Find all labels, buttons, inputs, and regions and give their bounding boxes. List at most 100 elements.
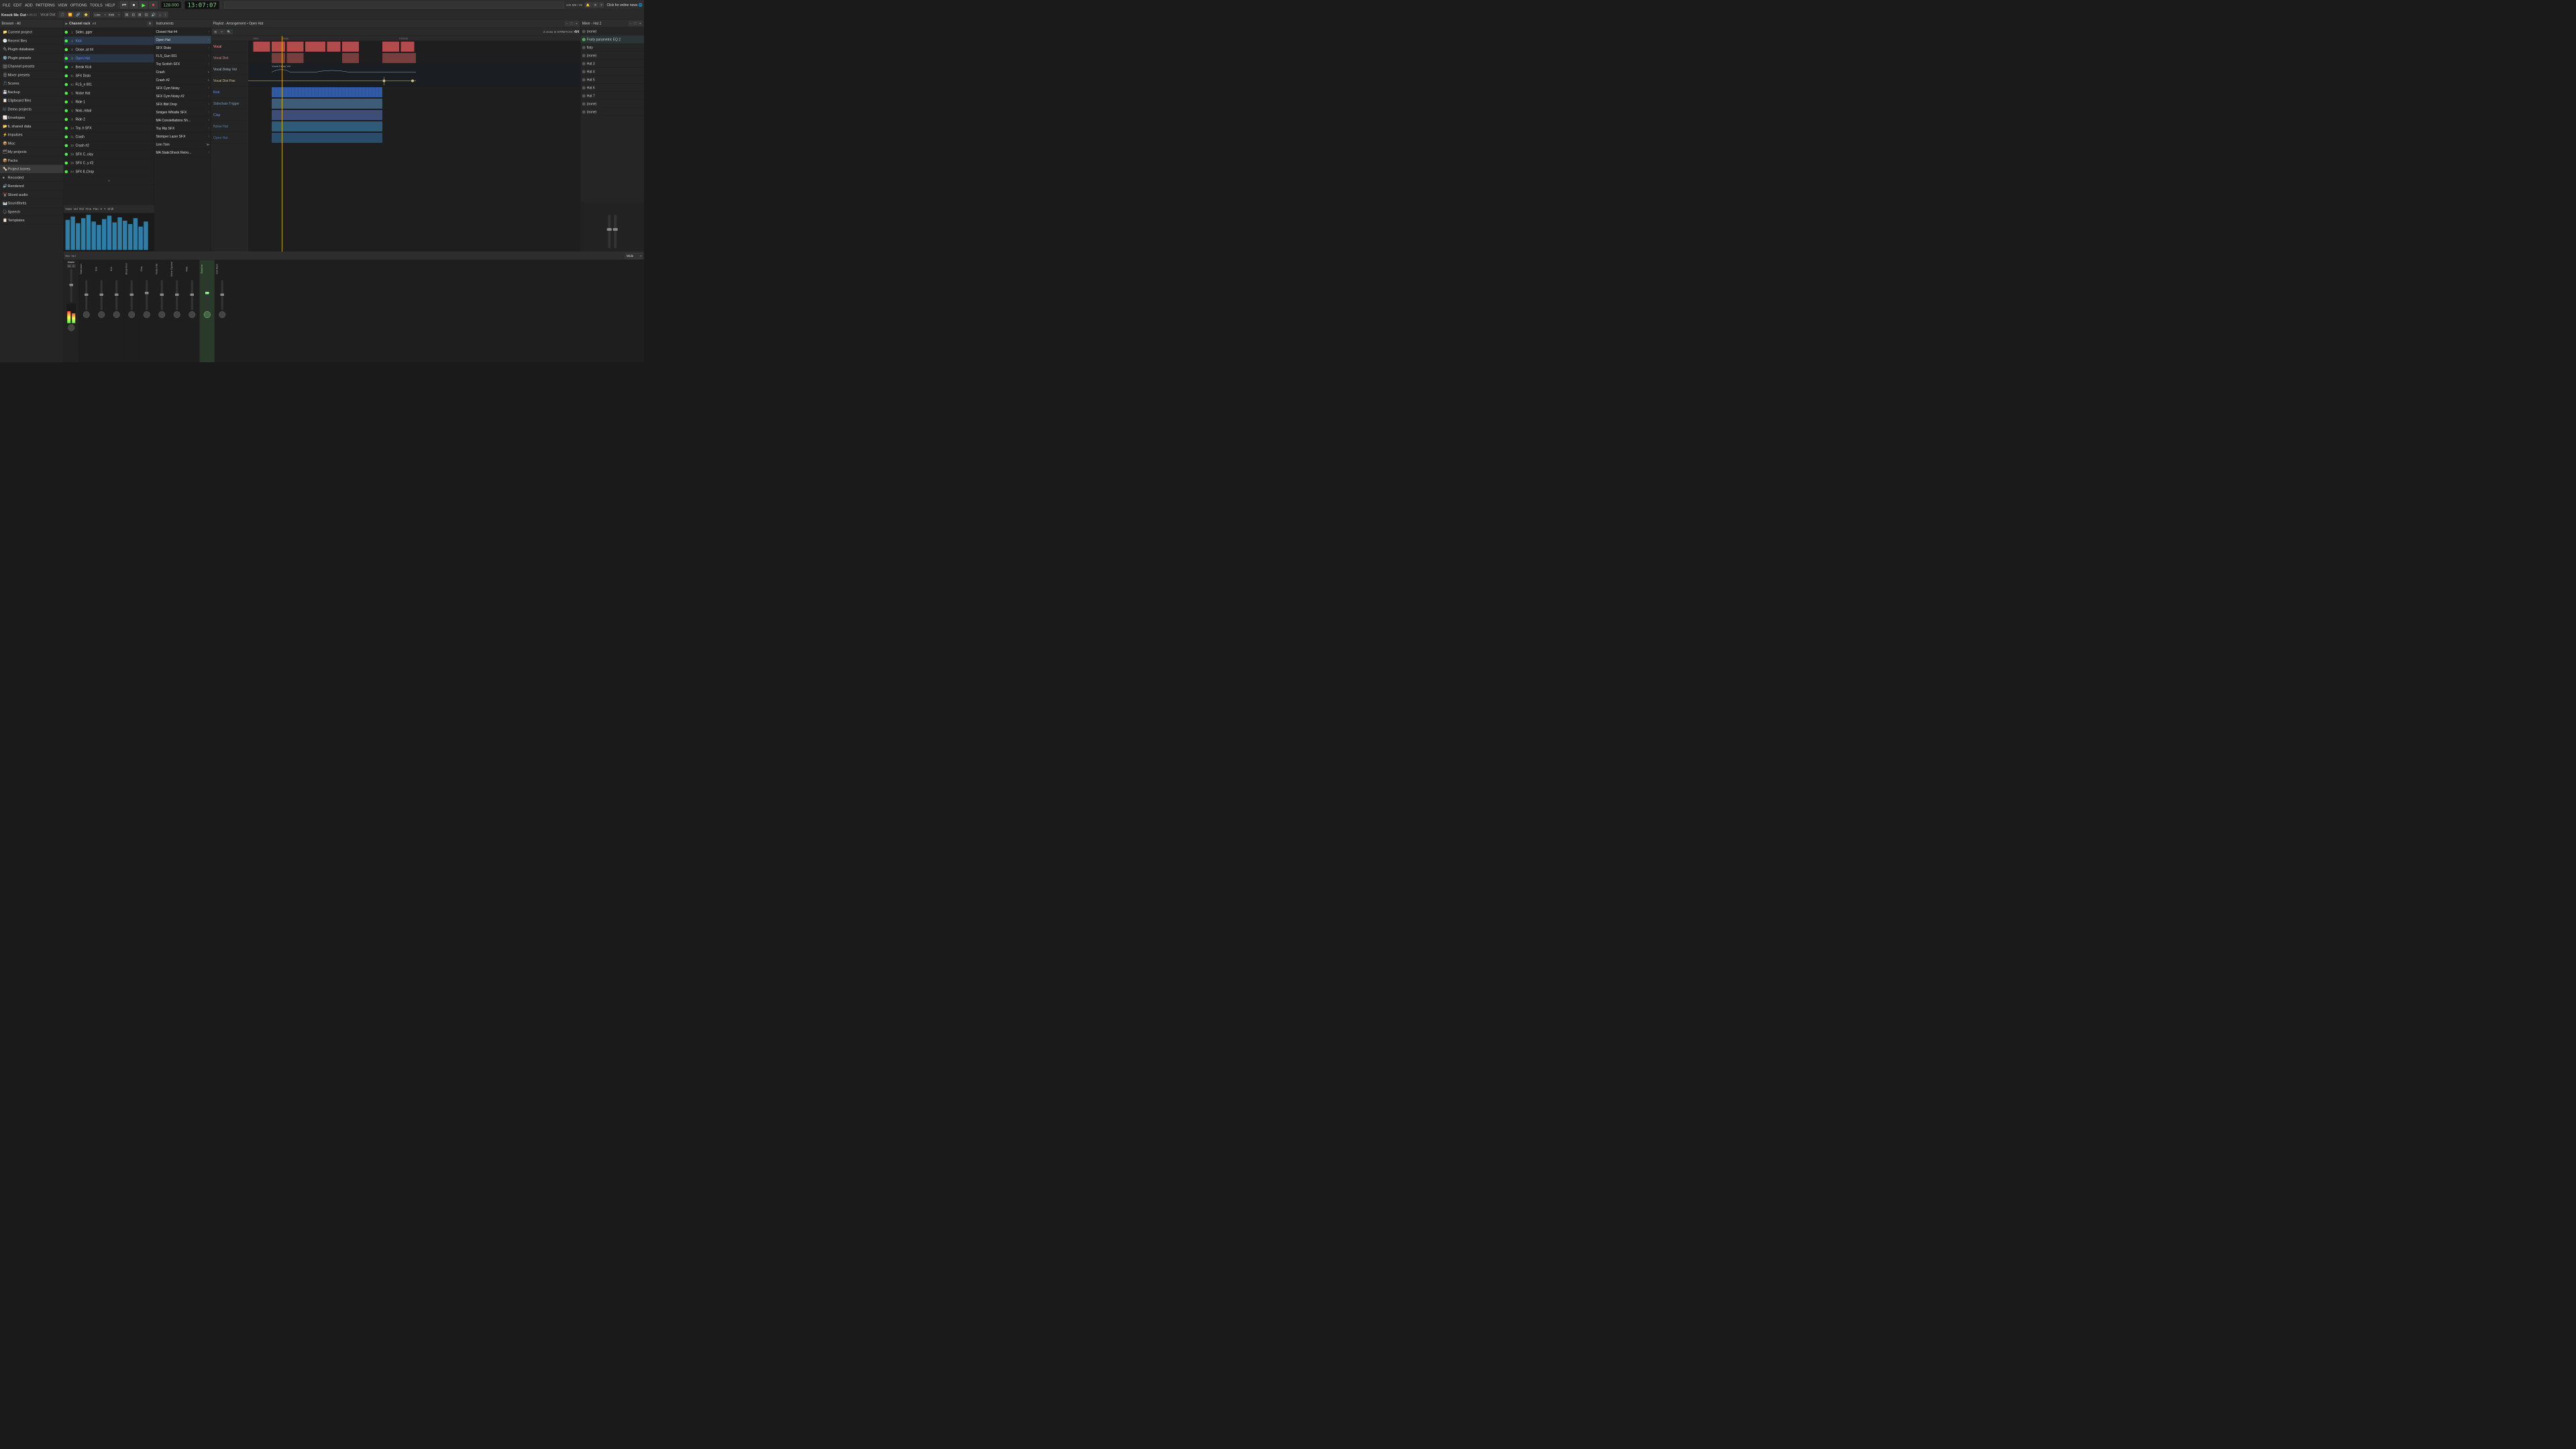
eq-slot-none2[interactable]: (none) (580, 100, 644, 108)
sidebar-item-rendered[interactable]: 🔊 Rendered (0, 182, 64, 191)
eq-slot-1[interactable]: (none) (580, 28, 644, 36)
mixer-fader-2[interactable] (85, 280, 87, 311)
channel-name[interactable]: SFX C..y #2 (76, 161, 154, 165)
rack-settings-btn[interactable]: ⚙ (148, 21, 153, 26)
channel-name[interactable]: Crash #2 (76, 144, 154, 148)
menu-edit[interactable]: EDIT (12, 2, 23, 8)
open-hat-clip[interactable] (272, 133, 382, 143)
pl-tool-1[interactable]: ⊞ (213, 30, 218, 34)
eq-slot-2[interactable]: Fruity parametric EQ 2 (580, 36, 644, 44)
edit-tool-4[interactable]: ⊡ (144, 12, 150, 18)
mixer-fader-knob-cymbal[interactable] (175, 294, 179, 297)
channel-name[interactable]: Noise Hat (76, 91, 154, 95)
mode-btn-2[interactable]: ⏩ (66, 12, 74, 18)
mixer-solo-master[interactable]: S (72, 264, 75, 268)
mixer-fader-knob-clap[interactable] (145, 292, 149, 294)
channel-name[interactable]: SFX C..oisy (76, 152, 154, 156)
mixer-fader-knob-ride[interactable] (190, 294, 194, 297)
rp-max-btn[interactable]: □ (633, 21, 637, 26)
edit-tool-2[interactable]: ⊡ (130, 12, 136, 18)
sidechain-clip[interactable] (272, 99, 382, 109)
instrument-item-open-hat[interactable]: Open Hat ↑ (154, 36, 211, 44)
instrument-item[interactable]: SFX Disto ↑ (154, 44, 211, 52)
mode-btn-link[interactable]: 🔗 (74, 12, 82, 18)
mixer-fader-5[interactable] (131, 280, 133, 311)
settings-button[interactable]: ✕ (592, 3, 598, 8)
vocal-clip-7[interactable] (382, 42, 399, 52)
instrument-item[interactable]: MA Constellations Sh... ↑ (154, 117, 211, 125)
mixer-fader-knob-sub[interactable] (220, 294, 224, 297)
sidebar-item-templates[interactable]: 📋 Templates (0, 216, 64, 225)
sidebar-item-backup[interactable]: 💾 Backup (0, 88, 64, 97)
channel-name[interactable]: Crash (76, 135, 154, 139)
channel-name[interactable]: Nois..mbal (76, 109, 154, 113)
sidebar-item-project-bones[interactable]: 🦴 Project bones (0, 165, 64, 174)
instrument-item[interactable]: SFX Cym Noisy ↑ (154, 85, 211, 93)
mixer-pan-knob-ride[interactable] (189, 311, 195, 318)
add-channel-row[interactable]: + (64, 176, 154, 185)
mixer-pan-knob-cymbal[interactable] (174, 311, 180, 318)
channel-name[interactable]: Kick (76, 39, 154, 43)
eq-slot-4[interactable]: (none) (580, 52, 644, 60)
sidebar-item-sliced-audio[interactable]: ✂️ Sliced audio (0, 191, 64, 199)
mixer-fader-noise[interactable] (161, 280, 163, 311)
rewind-button[interactable]: ⏮ (120, 1, 129, 9)
playlist-close[interactable]: × (574, 21, 578, 26)
instrument-item[interactable]: Toy Scritch SFX ↑ (154, 60, 211, 68)
sidebar-item-clipboard[interactable]: 📋 Clipboard files (0, 97, 64, 105)
vocal-clip-3[interactable] (287, 42, 304, 52)
mixer-pan-knob-clap[interactable] (144, 311, 150, 318)
sidebar-item-current-project[interactable]: 📁 Current project (0, 28, 64, 37)
sidebar-item-scores[interactable]: 🎵 Scores (0, 79, 64, 88)
vocal-clip-6[interactable] (342, 42, 359, 52)
mixer-fader-clap[interactable] (146, 280, 148, 311)
instrument-item[interactable]: SFX 8bit Drop ↑ (154, 101, 211, 109)
right-fader-knob-1[interactable] (607, 228, 612, 231)
online-news[interactable]: Click for online news 🌐 (607, 3, 643, 7)
menu-tools[interactable]: TOOLS (89, 2, 104, 8)
sidebar-item-plugin-presets[interactable]: ⚙️ Plugin presets (0, 54, 64, 62)
mixer-pan-knob-4[interactable] (113, 311, 120, 318)
mixer-fader-sub[interactable] (221, 280, 223, 311)
mixer-pan-knob-5[interactable] (128, 311, 135, 318)
eq-slot-hat3[interactable]: Hat 3 (580, 60, 644, 68)
channel-name[interactable]: Ride 2 (76, 117, 154, 121)
playlist-minimize[interactable]: − (565, 21, 569, 26)
stop-button[interactable]: ⏹ (129, 1, 138, 9)
eq-slot-hat6[interactable]: Hat 6 (580, 84, 644, 92)
mixer-fader-bassline[interactable] (206, 280, 208, 311)
edit-tool-1[interactable]: ⊞ (124, 12, 130, 18)
instrument-item[interactable]: FLS_Gun 001 ↑ (154, 52, 211, 60)
vocal-dist-clip-4[interactable] (382, 53, 416, 63)
vocal-dist-clip-1[interactable] (272, 53, 285, 63)
edit-tool-6[interactable]: ↓ (158, 12, 162, 18)
mixer-pan-knob-3[interactable] (98, 311, 105, 318)
sidebar-item-plugin-database[interactable]: 🔌 Plugin database (0, 45, 64, 54)
vocal-dist-clip-3[interactable] (342, 53, 359, 63)
sidebar-item-recorded[interactable]: ⏺ Recorded (0, 173, 64, 182)
pl-tool-2[interactable]: ✂ (219, 30, 225, 34)
edit-tool-5[interactable]: 🔊 (150, 12, 157, 18)
sidebar-item-my-projects[interactable]: 🗂 My projects (0, 148, 64, 156)
rp-close-btn[interactable]: × (638, 21, 642, 26)
mixer-fader-ride[interactable] (191, 280, 193, 311)
sidebar-item-il-shared[interactable]: 📂 IL shared data (0, 122, 64, 131)
right-fader-knob-2[interactable] (613, 228, 618, 231)
channel-name[interactable]: Break Kick (76, 65, 154, 69)
rp-min-btn[interactable]: − (629, 21, 633, 26)
mixer-mute-master[interactable]: M (67, 264, 71, 268)
instrument-item[interactable]: Closed Hat #4 ↑ (154, 28, 211, 36)
sidebar-item-soundfonts[interactable]: 🎹 Soundfonts (0, 199, 64, 208)
sidebar-item-misc[interactable]: 📦 Misc (0, 139, 64, 148)
mixer-pan-knob-2[interactable] (83, 311, 90, 318)
channel-name[interactable]: Open Hat (76, 56, 154, 60)
instrument-item[interactable]: SFX Cym Noisy #2 ↑ (154, 93, 211, 101)
vocal-clip-1[interactable] (254, 42, 270, 52)
sidebar-item-mixer-presets[interactable]: 🎚 Mixer presets (0, 70, 64, 79)
vocal-dist-clip-2[interactable] (287, 53, 304, 63)
play-button[interactable]: ▶ (140, 1, 148, 9)
channel-name[interactable]: Ride 1 (76, 100, 154, 104)
noise-hat-clip[interactable] (272, 121, 382, 131)
mixer-pan-knob-master[interactable] (68, 325, 74, 331)
minimize-button[interactable]: 🔔 (585, 3, 592, 8)
